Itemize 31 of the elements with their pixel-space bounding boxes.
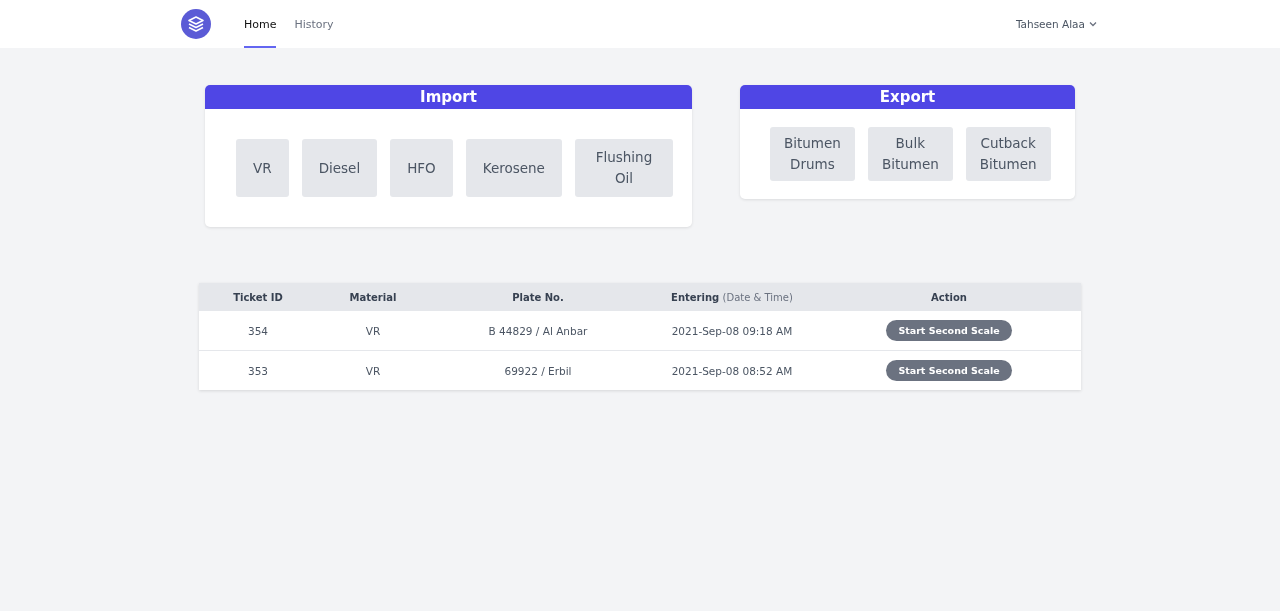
card-title: Export (740, 85, 1075, 109)
nav-tab[interactable]: History (294, 0, 334, 48)
card-title: Import (205, 85, 692, 109)
column-header-note: (Date & Time) (722, 291, 793, 303)
table-cell: 2021-Sep-08 09:18 AM (647, 310, 817, 351)
material-button[interactable]: Bitumen Drums (770, 127, 855, 181)
column-header: Plate No. (512, 291, 564, 303)
table-cell: 69922 / Erbil (429, 350, 647, 390)
start-second-scale-button[interactable]: Start Second Scale (886, 320, 1012, 341)
logo-icon (181, 9, 211, 39)
material-button[interactable]: Kerosene (465, 139, 562, 197)
material-button[interactable]: Bulk Bitumen (867, 127, 953, 181)
start-second-scale-button[interactable]: Start Second Scale (886, 360, 1012, 381)
chevron-down-icon (1089, 21, 1097, 27)
table-cell: B 44829 / Al Anbar (429, 310, 647, 351)
column-header: Ticket ID (233, 291, 283, 303)
material-button[interactable]: HFO (390, 139, 453, 197)
column-header: Material (349, 291, 397, 303)
nav-tab[interactable]: Home (244, 0, 277, 48)
user-menu[interactable]: Tahseen Alaa (1015, 18, 1097, 30)
table-cell: 353 (199, 350, 317, 390)
table-cell: 2021-Sep-08 08:52 AM (647, 350, 817, 390)
material-button[interactable]: Cutback Bitumen (965, 127, 1051, 181)
material-button[interactable]: Diesel (301, 139, 378, 197)
column-header: Action (931, 291, 967, 303)
table-cell: VR (317, 350, 429, 390)
column-header: Entering (671, 291, 720, 303)
material-button[interactable]: Flushing Oil (574, 139, 673, 197)
material-button[interactable]: VR (236, 139, 289, 197)
table-cell: VR (317, 310, 429, 351)
table-cell: 354 (199, 310, 317, 351)
